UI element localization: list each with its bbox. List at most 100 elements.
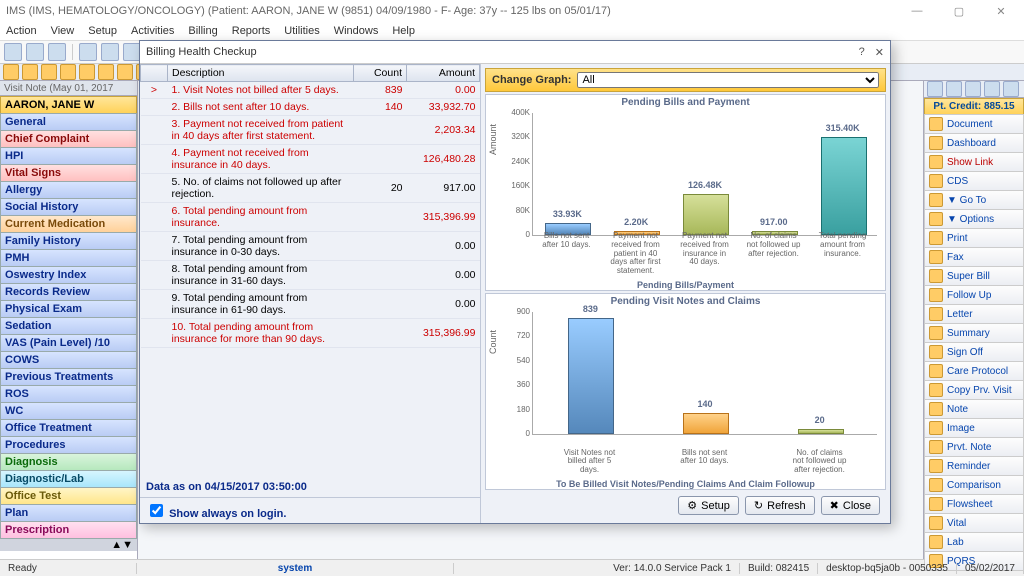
right-item[interactable]: Comparison xyxy=(924,475,1024,495)
nav-item[interactable]: Previous Treatments xyxy=(0,368,137,386)
collapse-handle[interactable]: ▲▼ xyxy=(0,539,137,551)
toolbar-icon[interactable] xyxy=(79,43,97,61)
table-row[interactable]: 8. Total pending amount from insurance i… xyxy=(141,261,480,290)
table-row[interactable]: 4. Payment not received from insurance i… xyxy=(141,145,480,174)
form-item[interactable]: Four Corners Spine New xyxy=(4,557,133,559)
nav-item[interactable]: PMH xyxy=(0,249,137,267)
nav-item[interactable]: Prescription xyxy=(0,521,137,539)
right-item[interactable]: Document xyxy=(924,114,1024,134)
nav-item[interactable]: Office Treatment xyxy=(0,419,137,437)
nav-item[interactable]: Allergy xyxy=(0,181,137,199)
right-item[interactable]: Letter xyxy=(924,304,1024,324)
nav-item[interactable]: General xyxy=(0,113,137,131)
right-item[interactable]: ▼ Go To xyxy=(924,190,1024,210)
menu-reports[interactable]: Reports xyxy=(232,25,271,37)
right-item[interactable]: Copy Prv. Visit xyxy=(924,380,1024,400)
nav-item[interactable]: Family History xyxy=(0,232,137,250)
nav-item[interactable]: Plan xyxy=(0,504,137,522)
nav-item[interactable]: Procedures xyxy=(0,436,137,454)
toolbar-icon[interactable] xyxy=(101,43,119,61)
nav-item[interactable]: VAS (Pain Level) /10 xyxy=(0,334,137,352)
table-row[interactable]: >1. Visit Notes not billed after 5 days.… xyxy=(141,82,480,99)
minimize-button[interactable]: — xyxy=(900,5,934,18)
right-item[interactable]: Lab xyxy=(924,532,1024,552)
right-item[interactable]: Image xyxy=(924,418,1024,438)
sidebar-tab[interactable]: Visit Note (May 01, 2017 xyxy=(0,81,137,96)
toolbar-icon[interactable] xyxy=(98,64,114,80)
toolbar-icon[interactable] xyxy=(4,43,22,61)
right-item[interactable]: Flowsheet xyxy=(924,494,1024,514)
nav-item[interactable]: Diagnosis xyxy=(0,453,137,471)
toolbar-icon[interactable] xyxy=(117,64,133,80)
toolbar-icon[interactable] xyxy=(60,64,76,80)
right-item[interactable]: Prvt. Note xyxy=(924,437,1024,457)
menu-help[interactable]: Help xyxy=(392,25,415,37)
right-item[interactable]: Fax xyxy=(924,247,1024,267)
close-button[interactable]: ✕ xyxy=(984,5,1018,18)
nav-item[interactable]: Chief Complaint xyxy=(0,130,137,148)
toolbar-icon[interactable] xyxy=(965,81,981,97)
table-row[interactable]: 5. No. of claims not followed up after r… xyxy=(141,174,480,203)
right-item[interactable]: Sign Off xyxy=(924,342,1024,362)
menu-windows[interactable]: Windows xyxy=(334,25,379,37)
right-item[interactable]: Summary xyxy=(924,323,1024,343)
nav-item[interactable]: Physical Exam xyxy=(0,300,137,318)
menu-activities[interactable]: Activities xyxy=(131,25,174,37)
nav-item[interactable]: COWS xyxy=(0,351,137,369)
right-item[interactable]: Show Link xyxy=(924,152,1024,172)
toolbar-icon[interactable] xyxy=(26,43,44,61)
right-item[interactable]: CDS xyxy=(924,171,1024,191)
toolbar-icon[interactable] xyxy=(984,81,1000,97)
change-graph-select[interactable]: All xyxy=(577,72,879,88)
table-row[interactable]: 3. Payment not received from patient in … xyxy=(141,116,480,145)
maximize-button[interactable]: ▢ xyxy=(942,5,976,18)
right-item[interactable]: Super Bill xyxy=(924,266,1024,286)
nav-item[interactable]: Oswestry Index xyxy=(0,266,137,284)
nav-item[interactable]: Social History xyxy=(0,198,137,216)
table-row[interactable]: 6. Total pending amount from insurance.3… xyxy=(141,203,480,232)
nav-item[interactable]: Office Test xyxy=(0,487,137,505)
table-row[interactable]: 10. Total pending amount from insurance … xyxy=(141,319,480,348)
table-row[interactable]: 7. Total pending amount from insurance i… xyxy=(141,232,480,261)
nav-item[interactable]: HPI xyxy=(0,147,137,165)
toolbar-icon[interactable] xyxy=(41,64,57,80)
right-item[interactable]: Care Protocol xyxy=(924,361,1024,381)
dialog-help-icon[interactable]: ? xyxy=(859,46,865,59)
right-item[interactable]: ▼ Options xyxy=(924,209,1024,229)
menu-billing[interactable]: Billing xyxy=(188,25,217,37)
right-item[interactable]: Vital xyxy=(924,513,1024,533)
show-always-checkbox[interactable] xyxy=(150,504,163,517)
toolbar-icon[interactable] xyxy=(946,81,962,97)
right-item[interactable]: Note xyxy=(924,399,1024,419)
right-item[interactable]: Reminder xyxy=(924,456,1024,476)
nav-item[interactable]: Vital Signs xyxy=(0,164,137,182)
toolbar-icon[interactable] xyxy=(79,64,95,80)
table-row[interactable]: 9. Total pending amount from insurance i… xyxy=(141,290,480,319)
nav-item[interactable]: Sedation xyxy=(0,317,137,335)
toolbar-icon[interactable] xyxy=(3,64,19,80)
toolbar-icon[interactable] xyxy=(927,81,943,97)
nav-item[interactable]: WC xyxy=(0,402,137,420)
col-amount[interactable]: Amount xyxy=(407,65,480,82)
table-row[interactable]: 2. Bills not sent after 10 days.14033,93… xyxy=(141,99,480,116)
right-item[interactable]: Dashboard xyxy=(924,133,1024,153)
toolbar-icon[interactable] xyxy=(1003,81,1019,97)
refresh-button[interactable]: ↻ Refresh xyxy=(745,496,815,515)
nav-item[interactable]: Diagnostic/Lab xyxy=(0,470,137,488)
dialog-close-icon[interactable]: ✕ xyxy=(875,46,884,59)
menu-view[interactable]: View xyxy=(51,25,75,37)
nav-item[interactable]: ROS xyxy=(0,385,137,403)
nav-item[interactable]: Current Medication xyxy=(0,215,137,233)
right-item[interactable]: Print xyxy=(924,228,1024,248)
nav-item[interactable]: Records Review xyxy=(0,283,137,301)
col-count[interactable]: Count xyxy=(354,65,407,82)
menu-action[interactable]: Action xyxy=(6,25,37,37)
toolbar-icon[interactable] xyxy=(22,64,38,80)
menu-setup[interactable]: Setup xyxy=(88,25,117,37)
close-button[interactable]: ✖ Close xyxy=(821,496,880,515)
menu-utilities[interactable]: Utilities xyxy=(284,25,319,37)
setup-button[interactable]: ⚙ Setup xyxy=(678,496,739,515)
right-item[interactable]: Follow Up xyxy=(924,285,1024,305)
toolbar-icon[interactable] xyxy=(48,43,66,61)
col-description[interactable]: Description xyxy=(168,65,354,82)
